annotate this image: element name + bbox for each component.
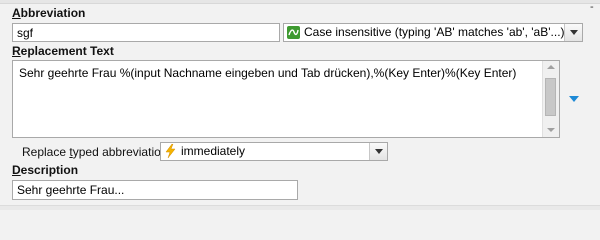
replacement-textarea[interactable]: Sehr geehrte Frau %(input Nachname einge…	[12, 60, 560, 138]
replace-typed-value: immediately	[181, 144, 246, 158]
case-mode-value: Case insensitive (typing 'AB' matches 'a…	[304, 25, 565, 39]
top-border	[0, 0, 600, 4]
scroll-up-arrow-icon[interactable]	[543, 61, 559, 75]
collapse-dash[interactable]: -	[590, 1, 594, 13]
replace-typed-dropdown-button[interactable]	[369, 143, 387, 160]
expand-arrow-icon[interactable]	[569, 96, 579, 102]
description-input[interactable]: Sehr geehrte Frau...	[12, 180, 298, 200]
description-label: Description	[12, 163, 79, 177]
replacement-scrollbar[interactable]	[542, 61, 559, 137]
case-sensitivity-icon	[287, 26, 300, 39]
abbreviation-label: Abbreviation	[12, 6, 86, 20]
replace-typed-select[interactable]: immediately	[160, 142, 388, 161]
scrollbar-thumb[interactable]	[545, 78, 556, 116]
replacement-label: Replacement Text	[12, 44, 114, 58]
lightning-bolt-icon	[164, 143, 177, 159]
replacement-text: Sehr geehrte Frau %(input Nachname einge…	[19, 66, 517, 80]
scroll-down-arrow-icon[interactable]	[543, 123, 559, 137]
replace-typed-label: Replace typed abbreviation:	[22, 145, 171, 159]
case-mode-dropdown-button[interactable]	[564, 24, 582, 41]
bottom-border	[0, 205, 600, 210]
case-mode-select[interactable]: Case insensitive (typing 'AB' matches 'a…	[283, 23, 583, 42]
abbreviation-input[interactable]: sgf	[12, 23, 280, 42]
